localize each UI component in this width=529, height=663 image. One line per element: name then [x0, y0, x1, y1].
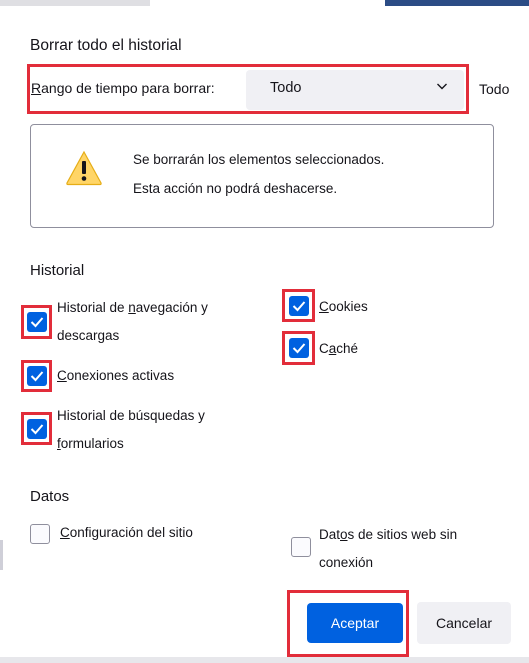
checkmark-icon [292, 343, 306, 354]
cache-checkbox[interactable] [289, 338, 309, 358]
active-connections-checkbox[interactable] [27, 366, 47, 386]
checkmark-icon [292, 301, 306, 312]
active-connections-label[interactable]: Conexiones activas [57, 362, 174, 390]
search-form-history-label-line-2[interactable]: formularios [57, 430, 124, 458]
search-form-history-checkbox[interactable] [27, 419, 47, 439]
cookies-checkbox[interactable] [289, 296, 309, 316]
time-range-label: Rango de tiempo para borrar: [31, 80, 215, 96]
checkmark-icon [30, 424, 44, 435]
data-section-heading: Datos [30, 488, 70, 505]
accept-button[interactable]: Aceptar [307, 603, 403, 643]
browsing-history-checkbox[interactable] [27, 312, 47, 332]
chevron-down-icon[interactable] [436, 80, 448, 92]
time-range-extra-text: Todo [479, 81, 510, 97]
site-settings-label[interactable]: Configuración del sitio [60, 519, 193, 547]
site-settings-checkbox[interactable] [30, 524, 50, 544]
cache-label[interactable]: Caché [319, 335, 358, 363]
cookies-label[interactable]: Cookies [319, 293, 368, 321]
cancel-button[interactable]: Cancelar [417, 602, 511, 644]
dialog-title: Borrar todo el historial [30, 37, 182, 54]
browsing-history-label-line-2[interactable]: descargas [57, 322, 119, 350]
browsing-history-label[interactable]: Historial de navegación y [57, 294, 208, 322]
background-window-edge-bottom [0, 657, 529, 663]
warning-triangle-icon [66, 150, 102, 186]
checkmark-icon [30, 371, 44, 382]
checkmark-icon [30, 317, 44, 328]
history-section-heading: Historial [30, 262, 85, 279]
warning-text-line-1: Se borrarán los elementos seleccionados. [133, 152, 385, 167]
time-range-selected-value[interactable]: Todo [270, 80, 301, 96]
search-form-history-label[interactable]: Historial de búsquedas y [57, 402, 205, 430]
background-window-edge-left [0, 540, 3, 570]
offline-website-data-label[interactable]: Datos de sitios web sin [319, 521, 457, 549]
warning-text-line-2: Esta acción no podrá deshacerse. [133, 181, 338, 196]
offline-website-data-checkbox[interactable] [291, 537, 311, 557]
offline-website-data-label-line-2[interactable]: conexión [319, 549, 373, 577]
